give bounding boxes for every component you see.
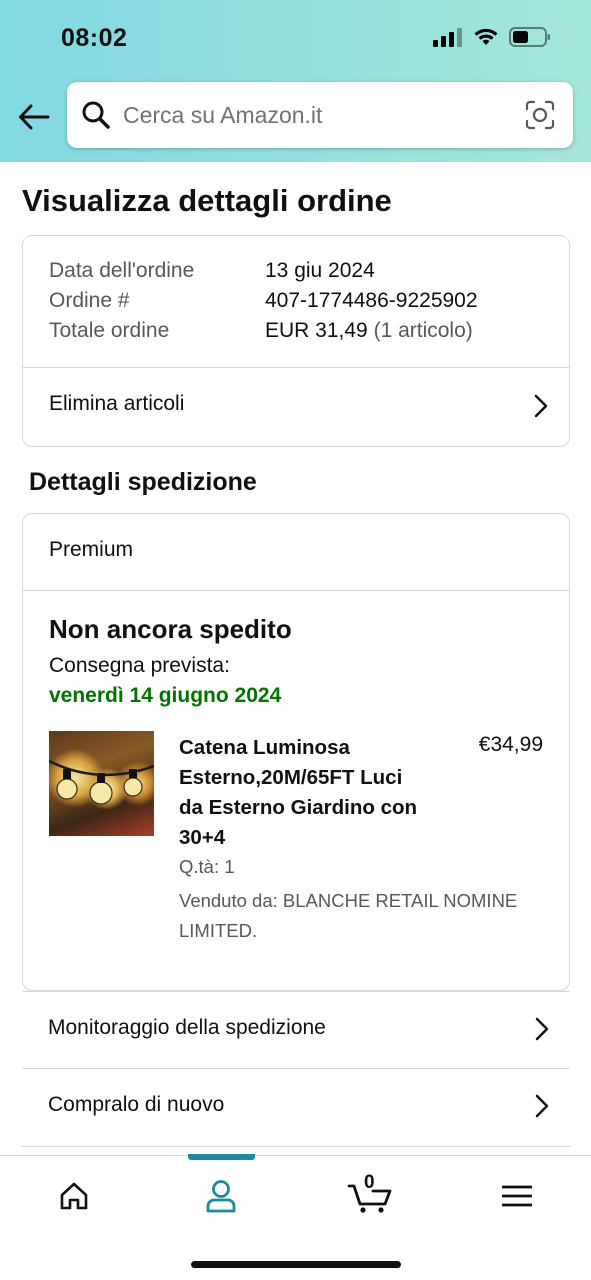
camera-search-icon[interactable]	[525, 100, 555, 130]
tab-account[interactable]	[181, 1156, 261, 1236]
search-icon	[82, 101, 110, 129]
shipping-section-title: Dettagli spedizione	[29, 468, 257, 496]
delete-items-row[interactable]: Elimina articoli	[23, 368, 569, 446]
order-date-value: 13 giu 2024	[265, 259, 375, 282]
delivery-date: venerdì 14 giugno 2024	[49, 684, 282, 707]
delivery-label: Consegna prevista:	[49, 654, 230, 677]
product-image[interactable]	[49, 731, 154, 836]
search-input[interactable]	[123, 92, 503, 138]
status-icons	[433, 26, 551, 48]
order-number-value: 407-1774486-9225902	[265, 289, 478, 312]
track-shipment-row[interactable]: Monitoraggio della spedizione	[22, 991, 570, 1069]
menu-icon	[502, 1185, 532, 1207]
order-number-label: Ordine #	[49, 289, 130, 312]
shipping-type: Premium	[49, 538, 134, 561]
page-title: Visualizza dettagli ordine	[22, 183, 392, 218]
product-quantity: Q.tà: 1	[179, 856, 235, 877]
order-date-label: Data dell'ordine	[49, 259, 195, 282]
arrow-left-icon	[19, 104, 50, 130]
product-price: €34,99	[478, 733, 543, 756]
track-shipment-label: Monitoraggio della spedizione	[48, 1016, 326, 1039]
tab-home[interactable]	[34, 1156, 114, 1236]
tab-cart[interactable]: 0	[330, 1156, 410, 1236]
chevron-right-icon	[534, 394, 548, 418]
buy-again-label: Compralo di nuovo	[48, 1093, 225, 1116]
divider	[23, 590, 569, 591]
shipment-card: Premium Non ancora spedito Consegna prev…	[22, 513, 570, 991]
search-bar[interactable]	[67, 82, 573, 148]
battery-icon	[509, 27, 550, 47]
string-lights-image	[49, 759, 154, 805]
chevron-right-icon	[535, 1017, 549, 1041]
buy-again-row[interactable]: Compralo di nuovo	[22, 1069, 570, 1147]
order-total-value: EUR 31,49	[265, 319, 368, 342]
order-total-label: Totale ordine	[49, 319, 170, 342]
status-time: 08:02	[61, 24, 128, 52]
chevron-right-icon	[535, 1094, 549, 1118]
home-indicator	[191, 1261, 401, 1268]
order-item-count: (1 articolo)	[373, 319, 473, 342]
product-title[interactable]: Catena Luminosa Esterno,20M/65FT Luci da…	[179, 733, 429, 853]
user-icon	[206, 1180, 236, 1213]
delete-items-label: Elimina articoli	[49, 392, 185, 415]
tab-menu[interactable]	[477, 1156, 557, 1236]
bottom-tab-bar: 0	[0, 1154, 591, 1280]
order-summary-card: Data dell'ordine 13 giu 2024 Ordine # 40…	[22, 235, 570, 447]
back-button[interactable]	[16, 100, 52, 134]
shipment-status: Non ancora spedito	[49, 614, 292, 644]
home-icon	[60, 1182, 88, 1210]
cellular-signal-icon	[433, 28, 462, 47]
wifi-icon	[474, 28, 498, 45]
product-seller: Venduto da: BLANCHE RETAIL NOMINE LIMITE…	[179, 890, 518, 941]
cart-count-badge: 0	[364, 1172, 375, 1193]
app-header: 08:02	[0, 0, 591, 162]
order-total-value-row: EUR 31,49 (1 articolo)	[265, 319, 473, 343]
